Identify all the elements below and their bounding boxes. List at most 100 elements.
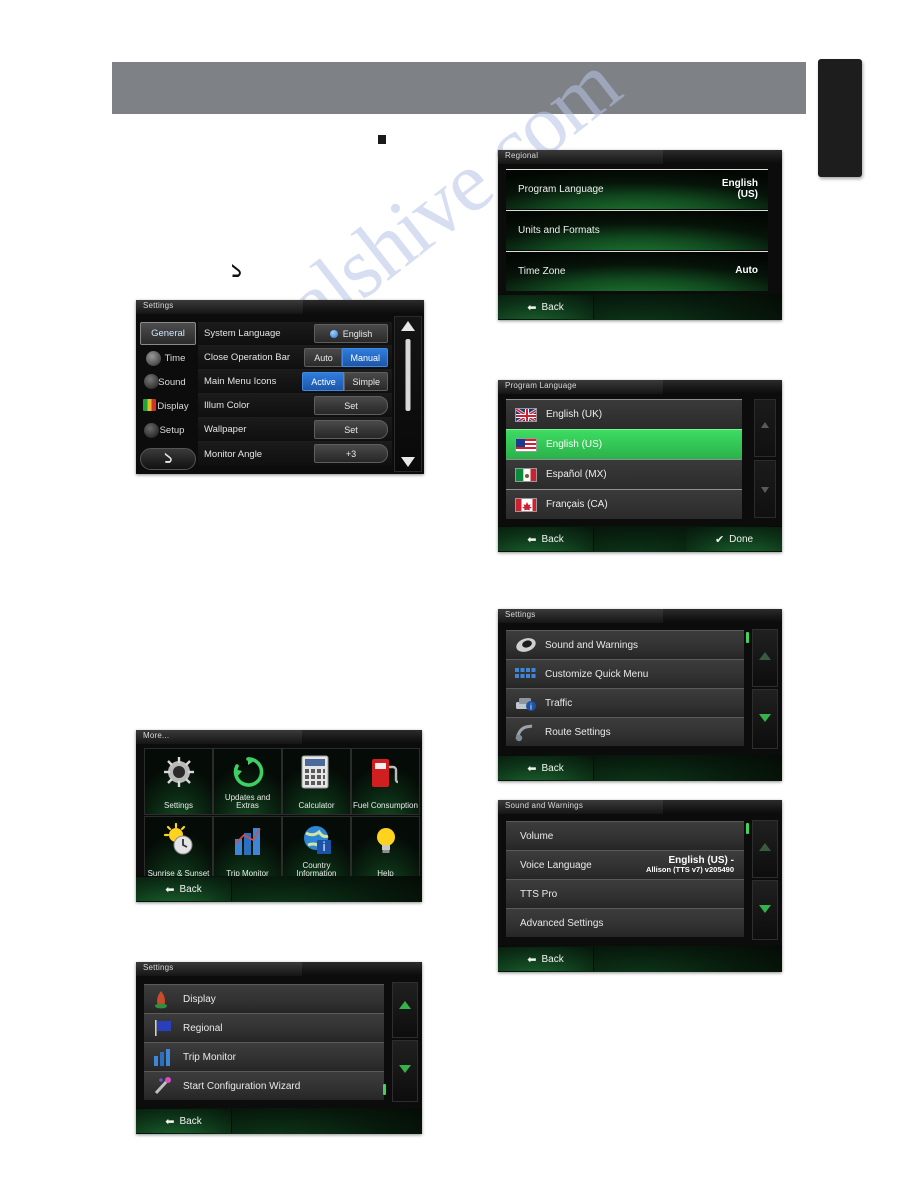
scroll-up-icon[interactable] [759,652,771,660]
monitor-angle-value[interactable]: +3 [314,444,388,463]
language-item-espanol-mx[interactable]: Español (MX) [506,459,742,489]
row-label: System Language [204,328,281,339]
scroll-up-icon[interactable] [759,843,771,851]
scroll-down-icon[interactable] [761,487,769,493]
back-button[interactable]: ⬅ Back [498,947,594,971]
bullet-square-marker [378,135,386,144]
scroll-down-icon[interactable] [759,714,771,722]
sidebar-item-sound[interactable]: Sound [140,371,196,394]
list-item[interactable]: Route Settings [506,717,744,746]
tile-trip-monitor[interactable]: Trip Monitor [213,816,282,883]
sidebar-item-label: Time [164,353,186,364]
screen-titlebar: Program Language [498,380,782,394]
regional-row-program-language[interactable]: Program Language English (US) [506,169,768,209]
sound-row-advanced-settings[interactable]: Advanced Settings [506,908,744,937]
scroll-rail-down[interactable] [392,1040,418,1102]
tile-fuel-consumption[interactable]: Fuel Consumption [351,748,420,815]
arrow-left-icon: ⬅ [527,952,537,966]
sidebar-item-display[interactable]: Display [140,395,196,418]
scroll-down-icon[interactable] [399,1065,411,1073]
arrow-left-icon: ⬅ [527,300,537,314]
scroll-up-icon[interactable] [401,321,415,331]
bar-chart-icon [152,1047,176,1067]
back-button[interactable] [140,448,196,470]
sound-row-volume[interactable]: Volume [506,821,744,850]
system-language-value[interactable]: English [314,324,388,343]
back-button[interactable]: ⬅ Back [498,527,594,551]
row-value: Auto [735,265,758,277]
traffic-info-icon: i [514,693,538,713]
tile-sunrise-sunset[interactable]: Sunrise & Sunset [144,816,213,883]
settings-row-main-menu-icons[interactable]: Main Menu Icons Active Simple [198,370,392,394]
language-item-english-us[interactable]: English (US) [506,429,742,459]
language-label: Español (MX) [546,469,607,480]
regional-row-units-and-formats[interactable]: Units and Formats [506,210,768,250]
scrollbar[interactable] [394,316,422,472]
scroll-down-icon[interactable] [401,457,415,467]
tile-settings[interactable]: Settings [144,748,213,815]
list-item-label: Regional [183,1022,223,1034]
list-item-label: Start Configuration Wizard [183,1080,301,1092]
scroll-rail-down[interactable] [752,880,778,940]
list-item[interactable]: Regional [144,1013,384,1042]
sound-row-tts-pro[interactable]: TTS Pro [506,879,744,908]
wallpaper-set-button[interactable]: Set [314,420,388,439]
sidebar-item-general[interactable]: General [140,322,196,345]
sidebar-item-setup[interactable]: Setup [140,419,196,442]
toggle-option-simple[interactable]: Simple [344,372,388,391]
list-item[interactable]: Customize Quick Menu [506,659,744,688]
settings-row-monitor-angle[interactable]: Monitor Angle +3 [198,442,392,466]
settings-row-illum-color[interactable]: Illum Color Set [198,394,392,418]
sidebar-item-time[interactable]: Time [140,347,196,370]
scroll-rail-up[interactable] [752,629,778,687]
list-item[interactable]: Trip Monitor [144,1042,384,1071]
language-item-english-uk[interactable]: English (UK) [506,399,742,429]
back-label: Back [541,301,564,313]
back-button[interactable]: ⬅ Back [136,1109,232,1133]
calculator-icon [300,755,334,789]
scrollbar-thumb[interactable] [405,339,411,411]
toggle-option-active[interactable]: Active [302,372,345,391]
language-item-francais-ca[interactable]: Français (CA) [506,489,742,519]
settings-row-system-language[interactable]: System Language English [198,322,392,346]
toggle-option-auto[interactable]: Auto [304,348,343,367]
sound-and-warnings-screen: Sound and Warnings Volume Voice Language… [498,800,782,972]
list-item[interactable]: Start Configuration Wizard [144,1071,384,1100]
settings-row-close-operation-bar[interactable]: Close Operation Bar Auto Manual [198,346,392,370]
screen-title: Settings [505,610,536,619]
tile-help[interactable]: Help [351,816,420,883]
list-item[interactable]: Sound and Warnings [506,630,744,659]
scroll-rail-down[interactable] [752,689,778,749]
tile-updates-and-extras[interactable]: Updates and Extras [213,748,282,815]
row-label: Monitor Angle [204,448,263,460]
illum-color-set-button[interactable]: Set [314,396,388,415]
back-button[interactable]: ⬅ Back [498,295,594,319]
settings-row-wallpaper[interactable]: Wallpaper Set [198,418,392,442]
display-icon [152,989,176,1009]
language-label: English (US) [546,439,603,450]
scroll-rail-up[interactable] [752,820,778,878]
regional-screen: Regional Program Language English (US) U… [498,150,782,320]
tile-country-information[interactable]: i Country Information [282,816,351,883]
regional-row-time-zone[interactable]: Time Zone Auto [506,251,768,291]
scroll-rail-up[interactable] [392,982,418,1038]
list-item[interactable]: i Traffic [506,688,744,717]
scroll-up-icon[interactable] [399,1001,411,1009]
tile-calculator[interactable]: Calculator [282,748,351,815]
arrow-left-icon: ⬅ [165,1114,175,1128]
screen-titlebar: Settings [136,300,424,314]
scroll-up-icon[interactable] [761,422,769,428]
bar-chart-icon [231,823,265,857]
row-label: Time Zone [518,266,566,277]
scroll-down-icon[interactable] [759,905,771,913]
done-button[interactable]: ✔ Done [686,527,782,551]
list-item[interactable]: Display [144,984,384,1013]
scroll-rail-down[interactable] [754,460,776,518]
toggle-option-manual[interactable]: Manual [342,348,388,367]
row-label: Volume [520,830,554,842]
back-button[interactable]: ⬅ Back [136,877,232,901]
sound-row-voice-language[interactable]: Voice Language English (US) - Allison (T… [506,850,744,879]
back-button[interactable]: ⬅ Back [498,756,594,780]
bottom-bar: ⬅ Back [498,946,782,972]
scroll-rail-up[interactable] [754,399,776,457]
